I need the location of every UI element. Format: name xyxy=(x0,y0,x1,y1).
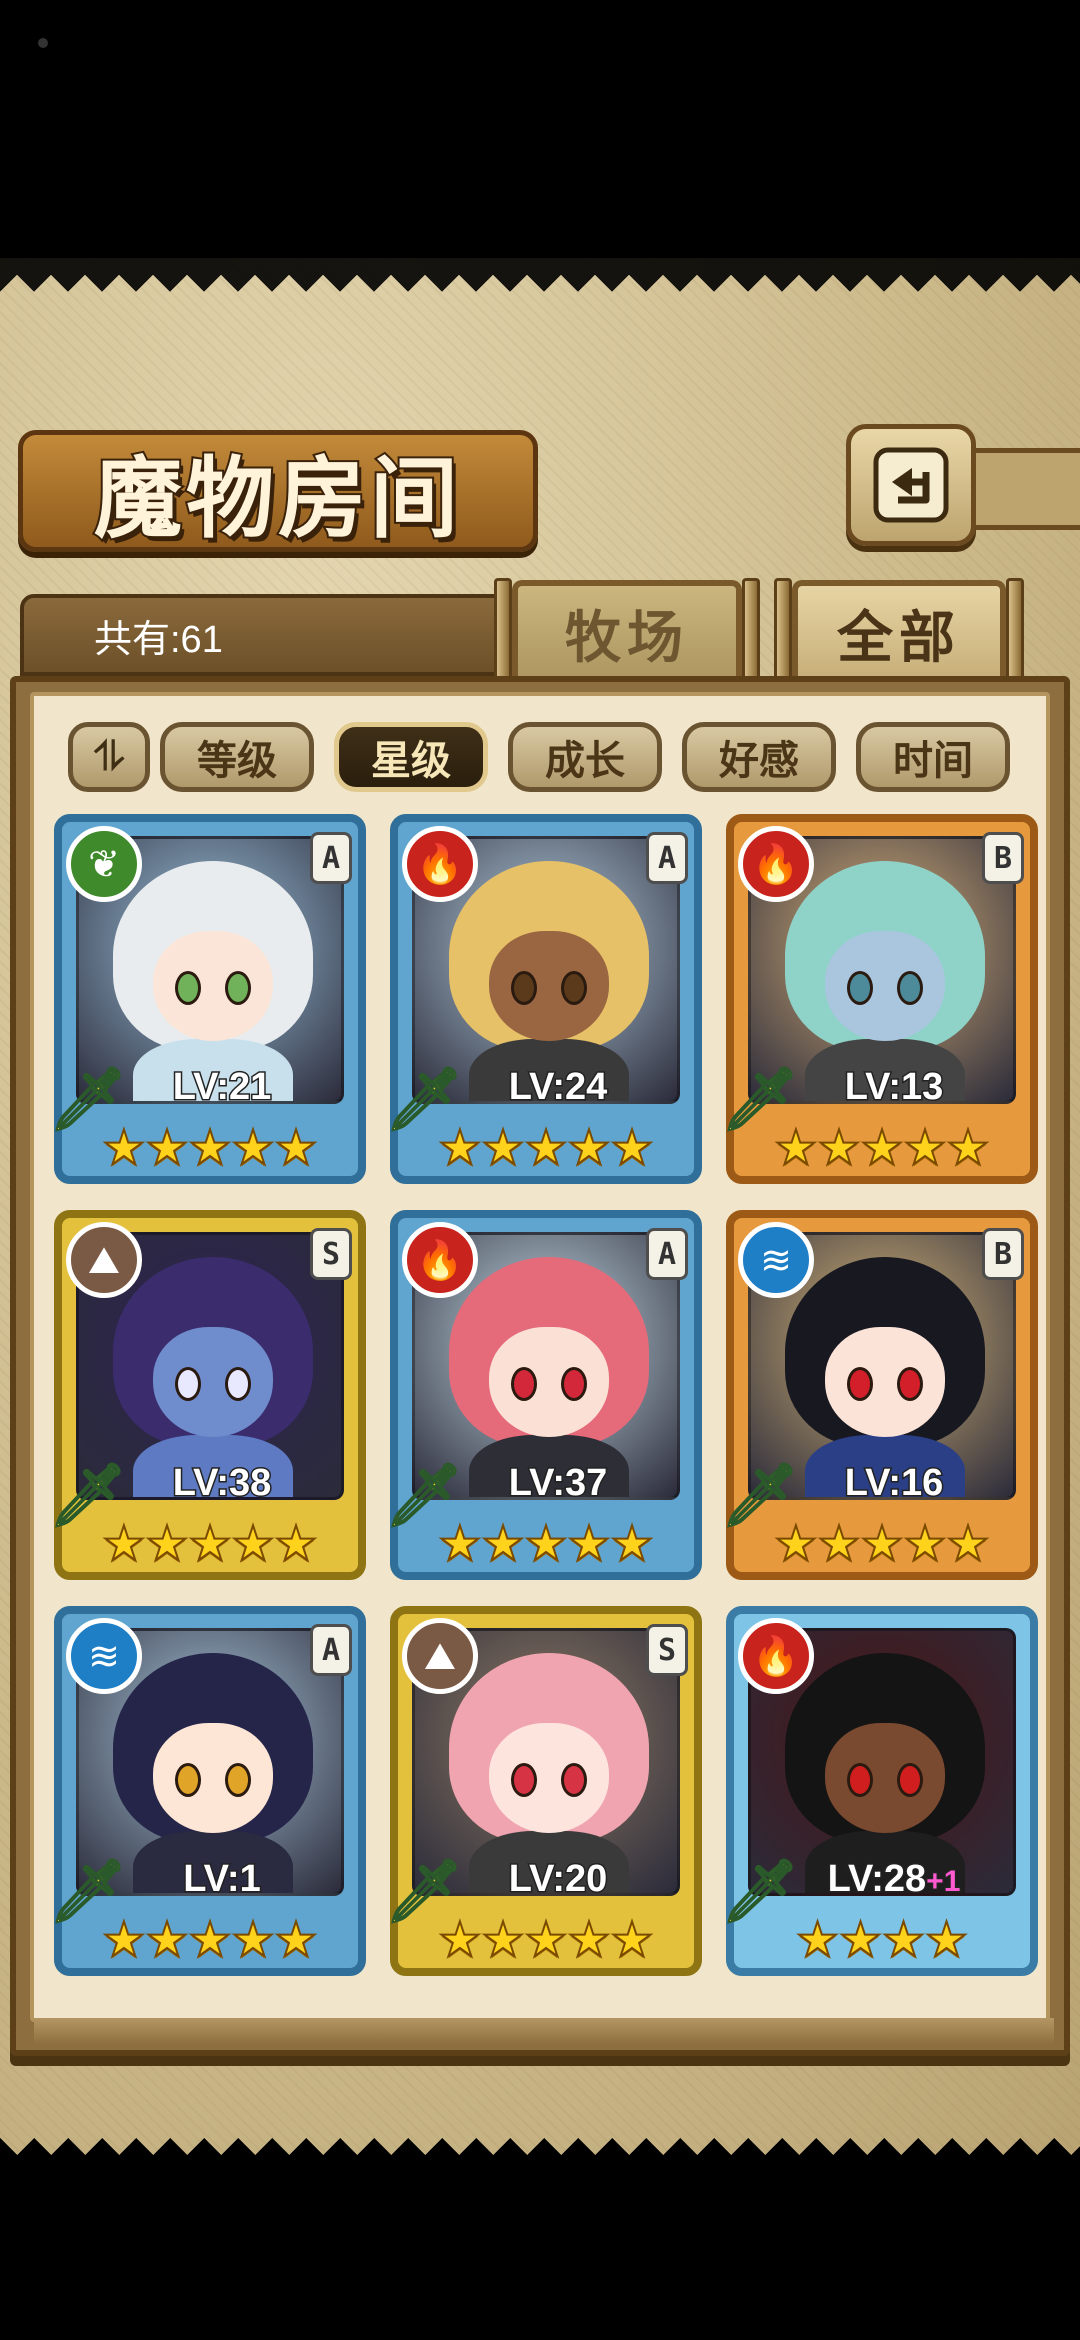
monster-level: LV:37 xyxy=(458,1461,658,1506)
grade-badge: A xyxy=(310,832,352,884)
monster-level: LV:21 xyxy=(122,1065,322,1110)
panel-floor xyxy=(34,2018,1054,2044)
sort-label: 成长 xyxy=(545,737,625,784)
sort-by-level-button[interactable]: 等级 xyxy=(160,722,314,792)
sort-by-time-button[interactable]: 时间 xyxy=(856,722,1010,792)
monster-card[interactable]: 🔥 B 🗡 LV:13 ★★★★★ xyxy=(720,814,1038,1184)
fire-element-icon: 🔥 xyxy=(402,826,478,902)
sort-order-toggle[interactable]: ⥮ xyxy=(68,722,150,792)
tab-label: 全部 xyxy=(837,604,961,671)
sort-label: 好感 xyxy=(719,737,799,784)
tab-all[interactable]: 全部 xyxy=(792,580,1006,680)
monster-count: 共有:61 xyxy=(94,618,223,661)
grade-badge: A xyxy=(646,832,688,884)
sort-order-icon: ⥮ xyxy=(94,734,124,780)
monster-level: LV:16 xyxy=(794,1461,994,1506)
monster-level: LV:24 xyxy=(458,1065,658,1110)
star-rating: ★★★★★ xyxy=(437,1911,654,1969)
monster-card[interactable]: ❦ A 🗡 LV:21 ★★★★★ xyxy=(48,814,366,1184)
level-text: LV:16 xyxy=(843,1461,945,1506)
fire-element-icon: 🔥 xyxy=(738,1618,814,1694)
tab-post xyxy=(774,578,792,684)
fire-element-icon: 🔥 xyxy=(738,826,814,902)
tab-post xyxy=(1006,578,1024,684)
camera-dot xyxy=(38,38,48,48)
torn-edge-bottom xyxy=(0,2138,1080,2172)
tab-ranch[interactable]: 牧场 xyxy=(512,580,742,680)
fire-element-icon: 🔥 xyxy=(402,1222,478,1298)
level-text: LV:21 xyxy=(171,1065,273,1110)
sort-by-star-button[interactable]: 星级 xyxy=(334,722,488,792)
level-text: LV:20 xyxy=(507,1857,609,1902)
level-text: LV:28 xyxy=(826,1857,928,1902)
star-rating: ★★★★★ xyxy=(437,1119,654,1177)
tab-post xyxy=(742,578,760,684)
torn-edge-top xyxy=(0,258,1080,292)
star-rating: ★★★★★ xyxy=(101,1515,318,1573)
grade-badge: B xyxy=(982,1228,1024,1280)
tab-post xyxy=(494,578,512,684)
monster-card[interactable]: ⛰ S 🗡 LV:38 ★★★★★ xyxy=(48,1210,366,1580)
level-text: LV:38 xyxy=(171,1461,273,1506)
title-banner: 魔物房间 xyxy=(18,430,538,552)
grade-badge: A xyxy=(310,1624,352,1676)
grade-badge: B xyxy=(982,832,1024,884)
grade-badge: A xyxy=(646,1228,688,1280)
star-rating: ★★★★★ xyxy=(437,1515,654,1573)
star-rating: ★★★★★ xyxy=(773,1119,990,1177)
level-bonus: +1 xyxy=(925,1864,962,1900)
monster-panel: ⥮ 等级 星级 成长 好感 时间 ❦ A 🗡 LV:21 ★★★★★ 🔥 A 🗡 LV:24 ★★… xyxy=(10,676,1070,2056)
monster-card[interactable]: ⛰ S 🗡 LV:20 ★★★★★ xyxy=(384,1606,702,1976)
sort-label: 星级 xyxy=(371,737,451,784)
back-button[interactable] xyxy=(846,424,976,546)
level-text: LV:13 xyxy=(843,1065,945,1110)
game-screen: 魔物房间 共有:61 牧场 全部 ⥮ 等级 星级 成长 好感 时间 ❦ A 🗡 … xyxy=(0,258,1080,2172)
return-arrow-icon xyxy=(873,447,949,523)
monster-card[interactable]: 🔥 A 🗡 LV:37 ★★★★★ xyxy=(384,1210,702,1580)
back-button-rail xyxy=(968,448,1080,530)
monster-card[interactable]: ≋ B 🗡 LV:16 ★★★★★ xyxy=(720,1210,1038,1580)
earth-element-icon: ⛰ xyxy=(402,1618,478,1694)
star-rating: ★★★★★ xyxy=(101,1911,318,1969)
sort-by-affection-button[interactable]: 好感 xyxy=(682,722,836,792)
sort-label: 时间 xyxy=(893,737,973,784)
water-element-icon: ≋ xyxy=(66,1618,142,1694)
level-text: LV:1 xyxy=(182,1857,262,1902)
bottom-black-bar xyxy=(0,2172,1080,2340)
level-text: LV:37 xyxy=(507,1461,609,1506)
monster-level: LV:28+1 xyxy=(794,1857,994,1902)
star-rating: ★★★★ xyxy=(795,1911,969,1969)
monster-grid-area: ⥮ 等级 星级 成长 好感 时间 ❦ A 🗡 LV:21 ★★★★★ 🔥 A 🗡 LV:24 ★★… xyxy=(30,692,1054,2044)
level-text: LV:24 xyxy=(507,1065,609,1110)
monster-card[interactable]: ≋ A 🗡 LV:1 ★★★★★ xyxy=(48,1606,366,1976)
monster-level: LV:20 xyxy=(458,1857,658,1902)
monster-card[interactable]: 🔥 A 🗡 LV:24 ★★★★★ xyxy=(384,814,702,1184)
leaf-element-icon: ❦ xyxy=(66,826,142,902)
monster-level: LV:1 xyxy=(122,1857,322,1902)
monster-card[interactable]: 🔥 🗡 LV:28+1 ★★★★ xyxy=(720,1606,1038,1976)
tab-label: 牧场 xyxy=(565,604,689,671)
earth-element-icon: ⛰ xyxy=(66,1222,142,1298)
sort-label: 等级 xyxy=(197,737,277,784)
monster-count-bar: 共有:61 xyxy=(20,594,510,676)
grade-badge: S xyxy=(310,1228,352,1280)
water-element-icon: ≋ xyxy=(738,1222,814,1298)
monster-level: LV:13 xyxy=(794,1065,994,1110)
sort-by-growth-button[interactable]: 成长 xyxy=(508,722,662,792)
star-rating: ★★★★★ xyxy=(101,1119,318,1177)
monster-level: LV:38 xyxy=(122,1461,322,1506)
star-rating: ★★★★★ xyxy=(773,1515,990,1573)
grade-badge: S xyxy=(646,1624,688,1676)
page-title: 魔物房间 xyxy=(92,444,462,552)
